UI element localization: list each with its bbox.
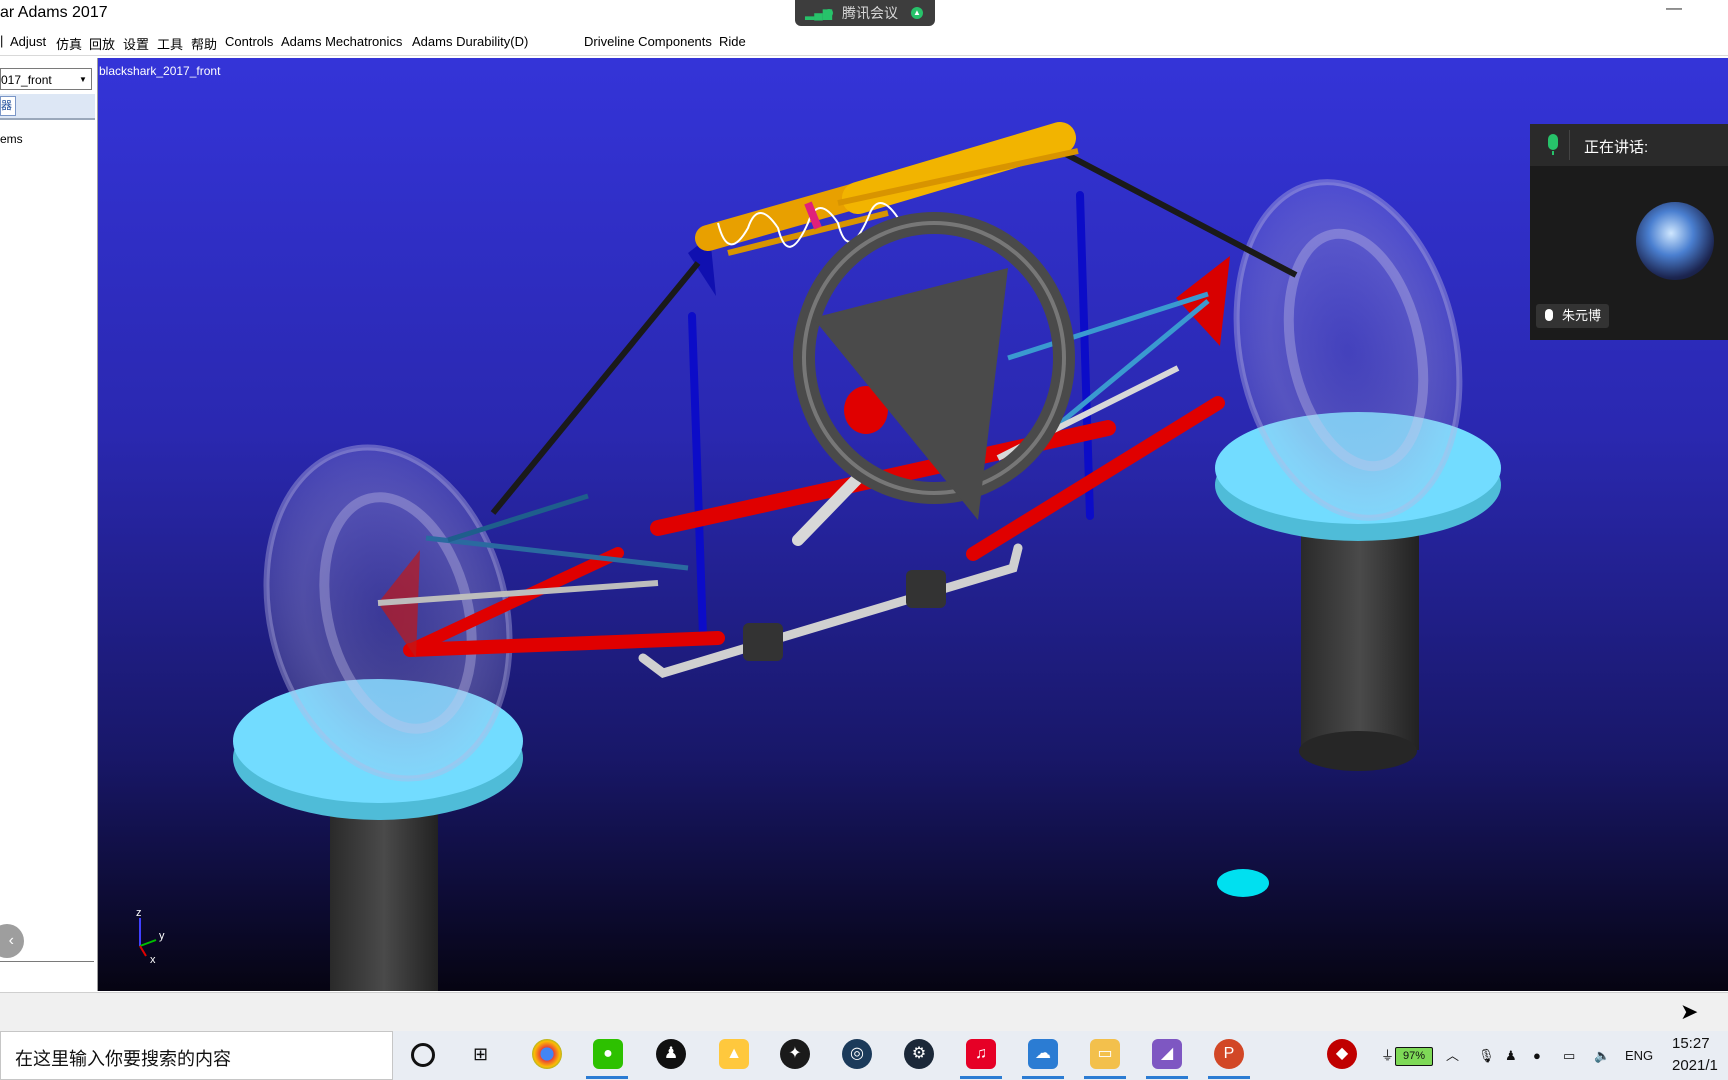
black-link-left (490, 261, 701, 515)
right-blue-rod (1076, 191, 1094, 520)
clock-time: 15:27 (1672, 1035, 1710, 1052)
visual-studio-icon[interactable]: ◢ (1152, 1039, 1182, 1069)
search-input[interactable]: 在这里输入你要搜索的内容 (0, 1031, 393, 1080)
suspension-model-render: z y x (136, 122, 1501, 991)
triad-x-label: x (150, 954, 156, 966)
tray-app-icon[interactable]: ◆ (1327, 1039, 1357, 1069)
qq-icon[interactable]: ♟ (656, 1039, 686, 1069)
status-toolbar: ➤ (0, 992, 1728, 1032)
menu-simulate[interactable]: 仿真 (56, 34, 82, 53)
status-dot-icon (825, 9, 833, 17)
powerpoint-icon[interactable]: P (1214, 1039, 1244, 1069)
steering-wheel (793, 212, 1075, 520)
battery-indicator[interactable]: 97% (1395, 1047, 1433, 1066)
microphone-icon (1548, 134, 1558, 150)
menu-controls[interactable]: Controls (225, 34, 273, 49)
power-plug-icon[interactable]: ⏚ (1381, 1031, 1394, 1080)
participant-name: 朱元博 (1562, 308, 1602, 323)
netease-music-icon[interactable]: ♫ (966, 1039, 996, 1069)
left-blue-rod (688, 312, 707, 640)
menu-bar: | Adjust 仿真 回放 设置 工具 帮助 Controls Adams M… (0, 29, 1728, 56)
triad-z-label: z (136, 907, 142, 919)
tab-browser[interactable]: 器 (0, 96, 16, 116)
baidu-netdisk-icon[interactable]: ☁ (1028, 1039, 1058, 1069)
wechat-tray-icon[interactable]: ● (1533, 1031, 1541, 1080)
model-select[interactable]: 017_front ▼ (0, 68, 92, 90)
language-indicator[interactable]: ENG (1625, 1031, 1653, 1080)
menu-adjust[interactable]: Adjust (10, 34, 46, 49)
meeting-speaker-panel: 正在讲话: 朱元博 (1530, 124, 1728, 340)
menu-settings[interactable]: 设置 (123, 34, 149, 53)
network-icon[interactable]: ▭ (1563, 1031, 1575, 1080)
photos-icon[interactable]: ▲ (719, 1039, 749, 1069)
model-name-label: blackshark_2017_front (99, 64, 221, 78)
avatar (1636, 202, 1714, 280)
menu-durability[interactable]: Adams Durability(D) (412, 34, 528, 49)
steam-icon[interactable]: ⚙ (904, 1039, 934, 1069)
window-title: ar Adams 2017 (0, 4, 108, 21)
menu-edge-fragment: | (0, 33, 4, 48)
collapse-panel-button[interactable]: ‹ (0, 924, 24, 958)
search-placeholder: 在这里输入你要搜索的内容 (15, 1049, 231, 1069)
model-browser-panel: 017_front ▼ 器 ems ‹ (0, 58, 98, 991)
cortana-icon[interactable] (411, 1043, 435, 1067)
volume-icon[interactable]: 🔈 (1594, 1031, 1610, 1080)
taskbar: 在这里输入你要搜索的内容 ⊞ ● ♟ ▲ ✦ ◎ ⚙ ♫ ☁ ▭ ◢ P ◆ ⏚… (0, 1031, 1728, 1080)
axis-triad: z y x (136, 907, 165, 966)
menu-help[interactable]: 帮助 (191, 34, 217, 53)
clock-date: 2021/1 (1672, 1057, 1718, 1074)
model-viewport[interactable]: z y x blackshark_2017_front (98, 58, 1728, 991)
menu-mechatronics[interactable]: Adams Mechatronics (281, 34, 402, 49)
select-arrow-icon[interactable]: ➤ (1680, 999, 1698, 1025)
tree-item-systems[interactable]: ems (0, 132, 23, 146)
menu-review[interactable]: 回放 (89, 34, 115, 53)
clock[interactable]: 15:27 2021/1 (1672, 1033, 1718, 1077)
title-bar: ar Adams 2017 ▂▄▆ 腾讯会议 ▲ — (0, 0, 1728, 28)
circle-app-icon[interactable]: ◎ (842, 1039, 872, 1069)
speaking-header: 正在讲话: (1530, 124, 1728, 166)
browser-tabs: 器 (0, 94, 95, 120)
chevron-up-icon[interactable]: ︿ (1446, 1031, 1459, 1080)
menu-tools[interactable]: 工具 (157, 34, 183, 53)
menu-ride[interactable]: Ride (719, 34, 746, 49)
minimize-button[interactable]: — (1666, 0, 1682, 18)
chevron-down-icon[interactable]: ▼ (77, 69, 89, 91)
wechat-icon[interactable]: ● (593, 1039, 623, 1069)
qq-tray-icon[interactable]: ♟ (1505, 1031, 1517, 1080)
chrome-icon[interactable] (532, 1039, 562, 1069)
microphone-icon[interactable]: 🎙 (1478, 1031, 1495, 1080)
black-link-top (1056, 147, 1298, 278)
microphone-icon (1545, 309, 1553, 321)
panel-divider (0, 961, 94, 962)
meeting-status-bar[interactable]: ▂▄▆ 腾讯会议 ▲ (795, 0, 935, 26)
triad-y-label: y (159, 930, 165, 942)
participant-name-tag: 朱元博 (1536, 304, 1610, 328)
expand-icon[interactable]: ▲ (911, 7, 923, 19)
file-explorer-icon[interactable]: ▭ (1090, 1039, 1120, 1069)
task-view-icon[interactable]: ⊞ (473, 1044, 493, 1064)
meeting-label: 腾讯会议 (842, 5, 898, 21)
speaking-label: 正在讲话: (1584, 139, 1649, 156)
app-icon[interactable]: ✦ (780, 1039, 810, 1069)
menu-driveline[interactable]: Driveline Components (584, 34, 712, 49)
model-select-value: 017_front (1, 73, 52, 87)
